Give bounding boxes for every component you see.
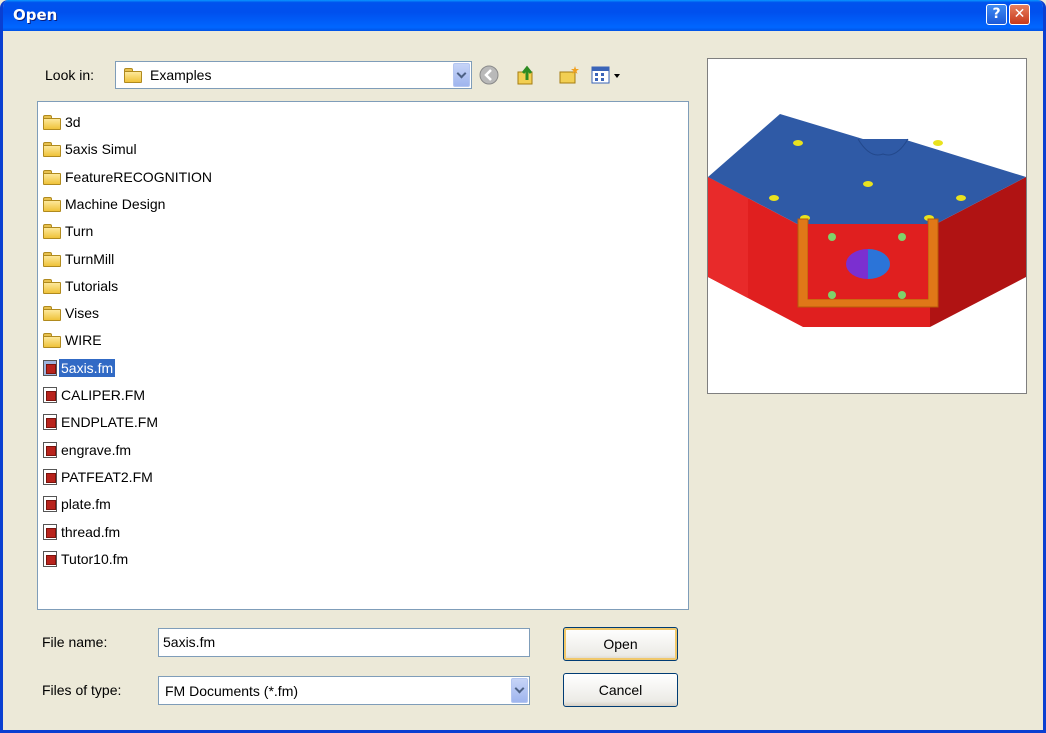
- fm-document-icon: [43, 441, 57, 458]
- folder-icon: [43, 142, 61, 158]
- file-item[interactable]: 5axis.fm: [43, 358, 116, 378]
- look-in-value: Examples: [150, 67, 212, 83]
- file-item[interactable]: CALIPER.FM: [43, 385, 147, 405]
- file-item[interactable]: engrave.fm: [43, 440, 133, 460]
- fm-document-icon: [43, 468, 57, 485]
- folder-icon: [124, 68, 142, 83]
- look-in-label: Look in:: [45, 67, 95, 83]
- title-bar[interactable]: Open ? ✕: [3, 0, 1043, 31]
- item-label: Machine Design: [65, 195, 166, 212]
- item-label: Tutor10.fm: [61, 550, 129, 567]
- item-label: PATFEAT2.FM: [61, 468, 153, 485]
- look-in-combo[interactable]: Examples: [115, 61, 472, 89]
- fm-document-icon: [43, 523, 57, 540]
- close-icon: ✕: [1013, 6, 1026, 22]
- item-label: CALIPER.FM: [61, 387, 146, 403]
- folder-item[interactable]: Turn: [43, 221, 95, 241]
- item-label: Tutorials: [65, 277, 119, 294]
- item-label: 5axis Simul: [65, 141, 137, 158]
- item-label: plate.fm: [61, 496, 111, 513]
- folder-icon: [43, 169, 61, 185]
- fm-document-icon: [43, 550, 57, 567]
- help-button[interactable]: ?: [986, 4, 1007, 25]
- up-one-level-icon[interactable]: [516, 64, 538, 86]
- folder-item[interactable]: Vises: [43, 303, 101, 323]
- file-name-input[interactable]: 5axis.fm: [158, 628, 530, 657]
- item-label: Vises: [65, 305, 99, 322]
- folder-icon: [43, 251, 61, 267]
- files-of-type-dropdown-button[interactable]: [511, 678, 528, 703]
- folder-icon: [43, 306, 61, 322]
- item-label: TurnMill: [65, 250, 115, 267]
- fm-document-icon: [43, 387, 57, 403]
- folder-icon: [43, 224, 61, 240]
- item-label: FeatureRECOGNITION: [65, 168, 213, 185]
- back-icon[interactable]: [478, 64, 500, 86]
- create-new-folder-icon[interactable]: [558, 64, 580, 86]
- files-of-type-label: Files of type:: [42, 682, 122, 698]
- folder-item[interactable]: TurnMill: [43, 249, 116, 269]
- folder-icon: [43, 115, 61, 130]
- look-in-dropdown-button[interactable]: [453, 63, 470, 87]
- file-item[interactable]: ENDPLATE.FM: [43, 412, 160, 432]
- preview-pane: [707, 58, 1027, 394]
- help-icon: ?: [992, 6, 1001, 22]
- views-menu-icon[interactable]: [590, 64, 626, 86]
- file-name-label: File name:: [42, 634, 108, 650]
- item-label: 5axis.fm: [59, 358, 116, 377]
- item-label: thread.fm: [61, 523, 121, 540]
- item-label: ENDPLATE.FM: [61, 414, 158, 431]
- file-item[interactable]: PATFEAT2.FM: [43, 467, 155, 487]
- file-item[interactable]: plate.fm: [43, 494, 113, 514]
- item-label: 3d: [65, 114, 81, 130]
- folder-icon: [43, 278, 61, 294]
- cancel-button[interactable]: Cancel: [563, 673, 678, 707]
- close-button[interactable]: ✕: [1009, 4, 1030, 25]
- files-of-type-value: FM Documents (*.fm): [165, 683, 299, 699]
- item-label: Turn: [65, 223, 94, 240]
- folder-item[interactable]: WIRE: [43, 330, 104, 350]
- folder-icon: [43, 196, 61, 212]
- part-preview-image: [708, 114, 1026, 327]
- folder-icon: [43, 333, 61, 349]
- file-list[interactable]: 3d 5axis Simul FeatureRECOGNITION Machine D…: [37, 101, 689, 610]
- window-title: Open: [13, 6, 58, 24]
- folder-item[interactable]: 3d: [43, 112, 83, 132]
- files-of-type-combo[interactable]: FM Documents (*.fm): [158, 676, 530, 705]
- item-label: WIRE: [65, 332, 102, 349]
- file-item[interactable]: thread.fm: [43, 522, 122, 542]
- fm-document-icon: [43, 414, 57, 431]
- fm-document-icon: [43, 496, 57, 513]
- open-dialog: Open ? ✕ Look in: Examples 3d 5axis Simul…: [0, 0, 1046, 733]
- folder-item[interactable]: FeatureRECOGNITION: [43, 167, 214, 187]
- open-button[interactable]: Open: [563, 627, 678, 661]
- file-item[interactable]: Tutor10.fm: [43, 549, 130, 569]
- item-label: engrave.fm: [61, 441, 132, 458]
- fm-document-icon: [43, 359, 57, 376]
- folder-item[interactable]: Machine Design: [43, 194, 167, 214]
- folder-item[interactable]: 5axis Simul: [43, 139, 139, 159]
- folder-item[interactable]: Tutorials: [43, 276, 120, 296]
